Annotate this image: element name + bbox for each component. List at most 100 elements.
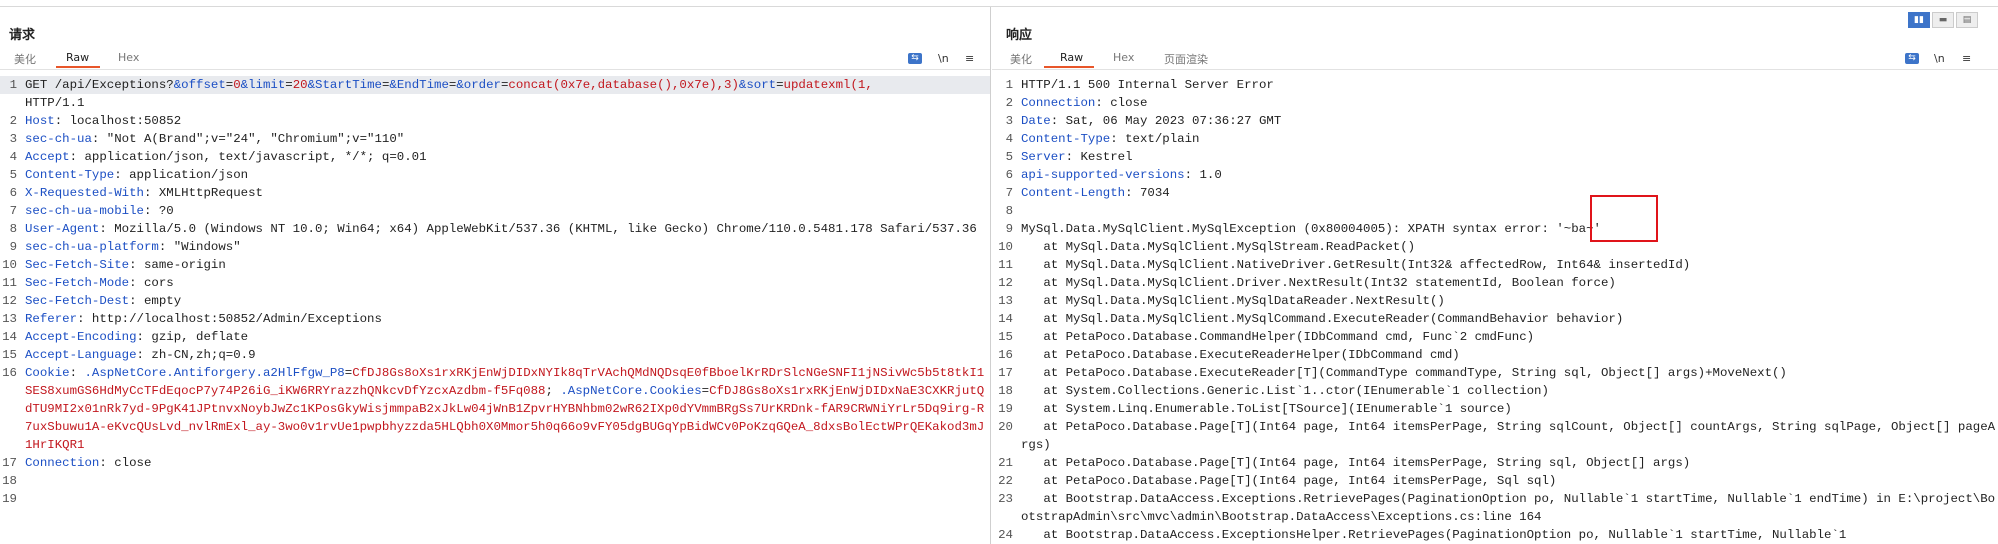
line-number: 8 — [1005, 204, 1013, 218]
code-line: 22 at PetaPoco.Database.Page[T](Int64 pa… — [996, 472, 1998, 490]
line-number: 14 — [2, 330, 17, 344]
request-menu-icon[interactable]: ≡ — [965, 52, 974, 65]
code-line: 3 Date: Sat, 06 May 2023 07:36:27 GMT — [996, 112, 1998, 130]
code-token: = — [701, 384, 710, 398]
code-token: 20 — [292, 78, 308, 92]
code-line: 13 Referer: http://localhost:50852/Admin/… — [0, 310, 990, 328]
code-line: 8 User-Agent: Mozilla/5.0 (Windows NT 10.… — [0, 220, 990, 238]
code-line: 1 HTTP/1.1 500 Internal Server Error — [996, 76, 1998, 94]
code-line: 7 Content-Length: 7034 — [996, 184, 1998, 202]
code-token: ; — [545, 384, 561, 398]
code-token: at MySql.Data.MySqlClient.Driver.NextRes… — [1021, 276, 1616, 290]
code-token: at PetaPoco.Database.ExecuteReaderHelper… — [1021, 348, 1460, 362]
code-token: at System.Linq.Enumerable.ToList[TSource… — [1021, 402, 1512, 416]
line-number: 19 — [998, 402, 1013, 416]
code-line: 10 at MySql.Data.MySqlClient.MySqlStream… — [996, 238, 1998, 256]
code-token: : cors — [129, 276, 174, 290]
code-token: Sec-Fetch-Site — [25, 258, 130, 272]
code-token: Cookie — [25, 366, 70, 380]
code-line: 11 at MySql.Data.MySqlClient.NativeDrive… — [996, 256, 1998, 274]
response-title: 响应 — [1006, 28, 1033, 43]
code-token: : gzip, deflate — [136, 330, 249, 344]
code-token: api-supported-versions — [1021, 168, 1185, 182]
code-line: 18 at System.Collections.Generic.List`1.… — [996, 382, 1998, 400]
code-token: &EndTime — [389, 78, 449, 92]
code-line: 19 at System.Linq.Enumerable.ToList[TSou… — [996, 400, 1998, 418]
code-line: 21 at PetaPoco.Database.Page[T](Int64 pa… — [996, 454, 1998, 472]
code-line: 12 at MySql.Data.MySqlClient.Driver.Next… — [996, 274, 1998, 292]
line-number: 23 — [998, 492, 1013, 506]
code-line: 23 at Bootstrap.DataAccess.Exceptions.Re… — [996, 490, 1998, 526]
code-token: Content-Length — [1021, 186, 1126, 200]
request-tab-pretty[interactable]: 美化 — [14, 51, 36, 67]
line-number: 22 — [998, 474, 1013, 488]
code-line: 20 at PetaPoco.Database.Page[T](Int64 pa… — [996, 418, 1998, 454]
code-token: Sec-Fetch-Dest — [25, 294, 130, 308]
code-token: concat(0x7e,database(),0x7e),3) — [508, 78, 739, 92]
code-line: 15 at PetaPoco.Database.CommandHelper(ID… — [996, 328, 1998, 346]
code-token: at Bootstrap.DataAccess.Exceptions.Retri… — [1021, 492, 1996, 524]
code-token: : Kestrel — [1065, 150, 1133, 164]
line-number: 3 — [1005, 114, 1013, 128]
code-token: = — [285, 78, 293, 92]
code-line: 3 sec-ch-ua: "Not A(Brand";v="24", "Chrom… — [0, 130, 990, 148]
response-tab-raw[interactable]: Raw — [1060, 51, 1083, 64]
request-newline-icon[interactable]: \n — [938, 52, 949, 65]
code-token: &limit — [240, 78, 286, 92]
code-line: 17 at PetaPoco.Database.ExecuteReader[T]… — [996, 364, 1998, 382]
line-number: 17 — [998, 366, 1013, 380]
code-token: sec-ch-ua-platform — [25, 240, 159, 254]
code-token: : XMLHttpRequest — [143, 186, 263, 200]
code-line: 4 Accept: application/json, text/javascri… — [0, 148, 990, 166]
code-token: Accept — [25, 150, 70, 164]
response-menu-icon[interactable]: ≡ — [1962, 52, 1971, 65]
code-token: : close — [99, 456, 152, 470]
code-token: at MySql.Data.MySqlClient.NativeDriver.G… — [1021, 258, 1691, 272]
code-token: at System.Collections.Generic.List`1..ct… — [1021, 384, 1549, 398]
code-token: at MySql.Data.MySqlClient.MySqlStream.Re… — [1021, 240, 1416, 254]
code-token: Date — [1021, 114, 1051, 128]
code-line: 2 Connection: close — [996, 94, 1998, 112]
line-number: 17 — [2, 456, 17, 470]
request-wrap-icon[interactable]: ⇆ — [908, 53, 922, 64]
code-token: &order — [456, 78, 501, 92]
code-token: HTTP/1.1 500 Internal Server Error — [1021, 78, 1274, 92]
code-token: sec-ch-ua-mobile — [25, 204, 144, 218]
code-token: = — [776, 78, 784, 92]
code-token: at PetaPoco.Database.Page[T](Int64 page,… — [1021, 420, 1996, 452]
line-number: 10 — [2, 258, 17, 272]
response-wrap-icon[interactable]: ⇆ — [1905, 53, 1919, 64]
code-token: Connection — [25, 456, 100, 470]
code-line: 1 GET /api/Exceptions?&offset=0&limit=20&… — [0, 76, 990, 94]
code-line: 12 Sec-Fetch-Dest: empty — [0, 292, 990, 310]
response-newline-icon[interactable]: \n — [1934, 52, 1945, 65]
code-line: 2 Host: localhost:50852 — [0, 112, 990, 130]
line-number: 16 — [2, 366, 17, 380]
response-tab-underline — [1044, 66, 1094, 68]
code-token: : ?0 — [143, 204, 174, 218]
code-token: : Mozilla/5.0 (Windows NT 10.0; Win64; x… — [99, 222, 977, 236]
response-tab-render[interactable]: 页面渲染 — [1164, 51, 1208, 67]
code-line: 7 sec-ch-ua-mobile: ?0 — [0, 202, 990, 220]
line-number: 1 — [9, 78, 17, 92]
line-number: 11 — [2, 276, 17, 290]
code-token: .AspNetCore.Antiforgery.a2HlFfgw_P8 — [84, 366, 345, 380]
code-token: 0 — [233, 78, 241, 92]
code-line: 19​ — [0, 490, 990, 508]
code-token: at PetaPoco.Database.ExecuteReader[T](Co… — [1021, 366, 1787, 380]
code-token: Accept-Encoding — [25, 330, 137, 344]
request-tab-raw[interactable]: Raw — [66, 51, 89, 64]
request-tabs: 美化 Raw Hex ⇆ \n ≡ — [0, 47, 990, 70]
line-number: 15 — [998, 330, 1013, 344]
line-number: 9 — [9, 240, 17, 254]
request-tab-hex[interactable]: Hex — [118, 51, 139, 64]
response-tab-hex[interactable]: Hex — [1113, 51, 1134, 64]
response-editor[interactable]: 1 HTTP/1.1 500 Internal Server Error 2 Conn… — [996, 76, 1998, 544]
line-number: 20 — [998, 420, 1013, 434]
line-number: 13 — [2, 312, 17, 326]
code-line: 18​ — [0, 472, 990, 490]
response-tab-pretty[interactable]: 美化 — [1010, 51, 1032, 67]
code-token: Host — [25, 114, 55, 128]
code-token: : 1.0 — [1184, 168, 1222, 182]
request-editor[interactable]: 1 GET /api/Exceptions?&offset=0&limit=20&… — [0, 76, 990, 508]
